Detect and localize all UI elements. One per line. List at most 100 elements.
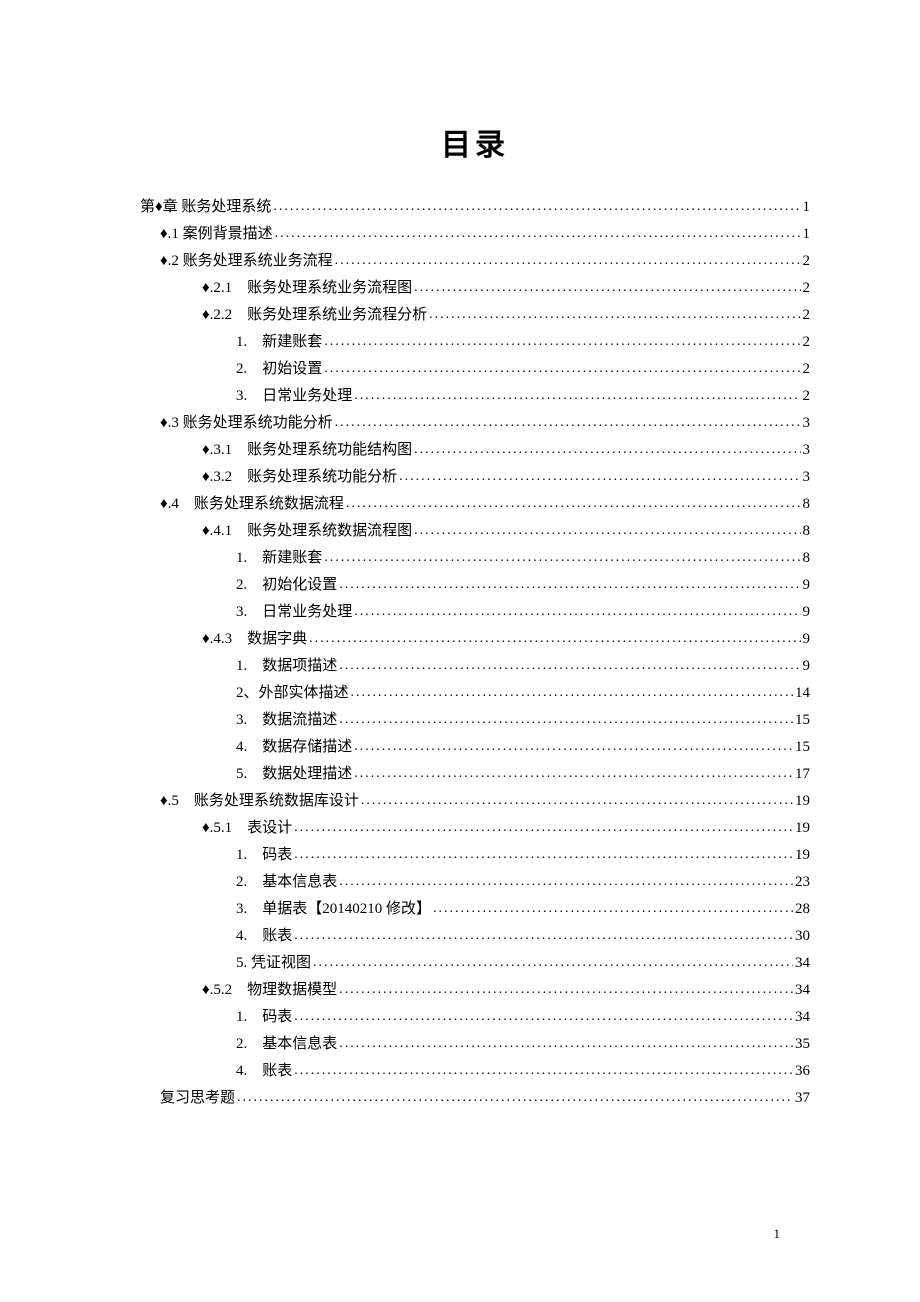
toc-entry: 3. 日常业务处理2	[140, 383, 810, 410]
toc-entry: 4. 账表 36	[140, 1058, 810, 1085]
toc-leader-dots	[354, 761, 793, 788]
toc-entry-label: ♦.5 账务处理系统数据库设计	[160, 788, 359, 815]
toc-entry: ♦.5.2 物理数据模型34	[140, 977, 810, 1004]
toc-entry-page: 2	[803, 383, 811, 410]
toc-leader-dots	[335, 248, 801, 275]
toc-entry: ♦.2.2 账务处理系统业务流程分析 2	[140, 302, 810, 329]
toc-entry-page: 2	[803, 275, 811, 302]
toc-entry-page: 2	[803, 302, 811, 329]
toc-entry: 3. 数据流描述 15	[140, 707, 810, 734]
toc-leader-dots	[237, 1085, 793, 1112]
toc-leader-dots	[339, 1031, 793, 1058]
toc-leader-dots	[324, 356, 800, 383]
toc-entry: 3. 日常业务处理 9	[140, 599, 810, 626]
table-of-contents: 第♦章 账务处理系统1♦.1 案例背景描述1♦.2 账务处理系统业务流程2♦.2…	[140, 194, 810, 1112]
toc-entry-label: ♦.4.1 账务处理系统数据流程图	[202, 518, 412, 545]
toc-entry-page: 28	[795, 896, 810, 923]
toc-entry: 1. 新建账套2	[140, 329, 810, 356]
toc-leader-dots	[339, 707, 793, 734]
page-number: 1	[774, 1226, 781, 1242]
toc-entry-label: 3. 单据表【20140210 修改】	[236, 896, 431, 923]
toc-entry: 复习思考题37	[140, 1085, 810, 1112]
toc-leader-dots	[294, 923, 793, 950]
toc-entry-label: 2. 基本信息表	[236, 869, 337, 896]
toc-entry-page: 3	[803, 410, 811, 437]
toc-leader-dots	[354, 383, 800, 410]
toc-entry-page: 9	[803, 572, 811, 599]
toc-leader-dots	[433, 896, 793, 923]
toc-leader-dots	[294, 1004, 793, 1031]
toc-entry: 4. 账表30	[140, 923, 810, 950]
toc-entry-label: ♦.3.2 账务处理系统功能分析	[202, 464, 397, 491]
toc-entry-label: ♦.4.3 数据字典	[202, 626, 307, 653]
toc-entry: ♦.5.1 表设计 19	[140, 815, 810, 842]
toc-entry: 1. 码表34	[140, 1004, 810, 1031]
toc-entry: ♦.4.1 账务处理系统数据流程图 8	[140, 518, 810, 545]
toc-leader-dots	[273, 194, 800, 221]
toc-entry-page: 8	[803, 518, 811, 545]
toc-entry-label: 复习思考题	[160, 1085, 235, 1112]
toc-entry: ♦.5 账务处理系统数据库设计 19	[140, 788, 810, 815]
toc-entry-label: 3. 数据流描述	[236, 707, 337, 734]
toc-entry-label: 2. 初始化设置	[236, 572, 337, 599]
toc-entry-page: 2	[803, 248, 811, 275]
toc-entry-page: 3	[803, 437, 811, 464]
toc-entry: 5. 凭证视图34	[140, 950, 810, 977]
toc-entry-page: 19	[795, 842, 810, 869]
toc-leader-dots	[414, 437, 800, 464]
toc-entry-label: 3. 日常业务处理	[236, 599, 352, 626]
toc-entry-page: 17	[795, 761, 810, 788]
toc-leader-dots	[414, 518, 800, 545]
toc-leader-dots	[339, 572, 800, 599]
toc-entry: 2. 初始化设置 9	[140, 572, 810, 599]
toc-entry-label: ♦.4 账务处理系统数据流程	[160, 491, 344, 518]
toc-leader-dots	[354, 599, 800, 626]
toc-entry: 4. 数据存储描述15	[140, 734, 810, 761]
toc-entry-page: 34	[795, 977, 810, 1004]
toc-entry-page: 2	[803, 356, 811, 383]
toc-entry-label: 2、外部实体描述	[236, 680, 349, 707]
toc-entry: 2、外部实体描述 14	[140, 680, 810, 707]
toc-entry: ♦.3.2 账务处理系统功能分析 3	[140, 464, 810, 491]
toc-leader-dots	[294, 842, 793, 869]
toc-entry: 2. 基本信息表35	[140, 1031, 810, 1058]
toc-entry-page: 36	[795, 1058, 810, 1085]
toc-entry-page: 19	[795, 788, 810, 815]
toc-entry: ♦.2 账务处理系统业务流程 2	[140, 248, 810, 275]
toc-entry: ♦.4.3 数据字典9	[140, 626, 810, 653]
toc-entry: 5. 数据处理描述17	[140, 761, 810, 788]
toc-entry-label: 1. 码表	[236, 1004, 292, 1031]
toc-entry-page: 1	[803, 221, 811, 248]
toc-entry: ♦.3.1 账务处理系统功能结构图 3	[140, 437, 810, 464]
toc-entry-label: ♦.3.1 账务处理系统功能结构图	[202, 437, 412, 464]
toc-entry-page: 9	[803, 599, 811, 626]
toc-entry-label: 第♦章 账务处理系统	[140, 194, 271, 221]
toc-title: 目录	[140, 120, 810, 164]
toc-entry: 1. 码表19	[140, 842, 810, 869]
toc-entry-label: ♦.2.1 账务处理系统业务流程图	[202, 275, 412, 302]
toc-leader-dots	[399, 464, 800, 491]
toc-entry-label: ♦.5.1 表设计	[202, 815, 292, 842]
toc-entry-label: 5. 凭证视图	[236, 950, 311, 977]
toc-leader-dots	[361, 788, 793, 815]
toc-leader-dots	[294, 1058, 793, 1085]
toc-entry-label: 1. 数据项描述	[236, 653, 337, 680]
toc-entry-page: 15	[795, 707, 810, 734]
toc-leader-dots	[339, 869, 793, 896]
toc-entry: ♦.3 账务处理系统功能分析3	[140, 410, 810, 437]
toc-leader-dots	[324, 545, 800, 572]
toc-entry-page: 14	[795, 680, 810, 707]
toc-entry-label: 1. 新建账套	[236, 545, 322, 572]
toc-entry: 1. 新建账套8	[140, 545, 810, 572]
toc-leader-dots	[309, 626, 800, 653]
toc-entry-label: ♦.2.2 账务处理系统业务流程分析	[202, 302, 427, 329]
toc-leader-dots	[346, 491, 801, 518]
toc-entry: ♦.4 账务处理系统数据流程8	[140, 491, 810, 518]
toc-leader-dots	[429, 302, 800, 329]
toc-entry-page: 3	[803, 464, 811, 491]
toc-leader-dots	[335, 410, 801, 437]
toc-entry-label: ♦.2 账务处理系统业务流程	[160, 248, 333, 275]
toc-entry-label: 4. 账表	[236, 923, 292, 950]
toc-entry-page: 19	[795, 815, 810, 842]
toc-entry-label: 4. 账表	[236, 1058, 292, 1085]
